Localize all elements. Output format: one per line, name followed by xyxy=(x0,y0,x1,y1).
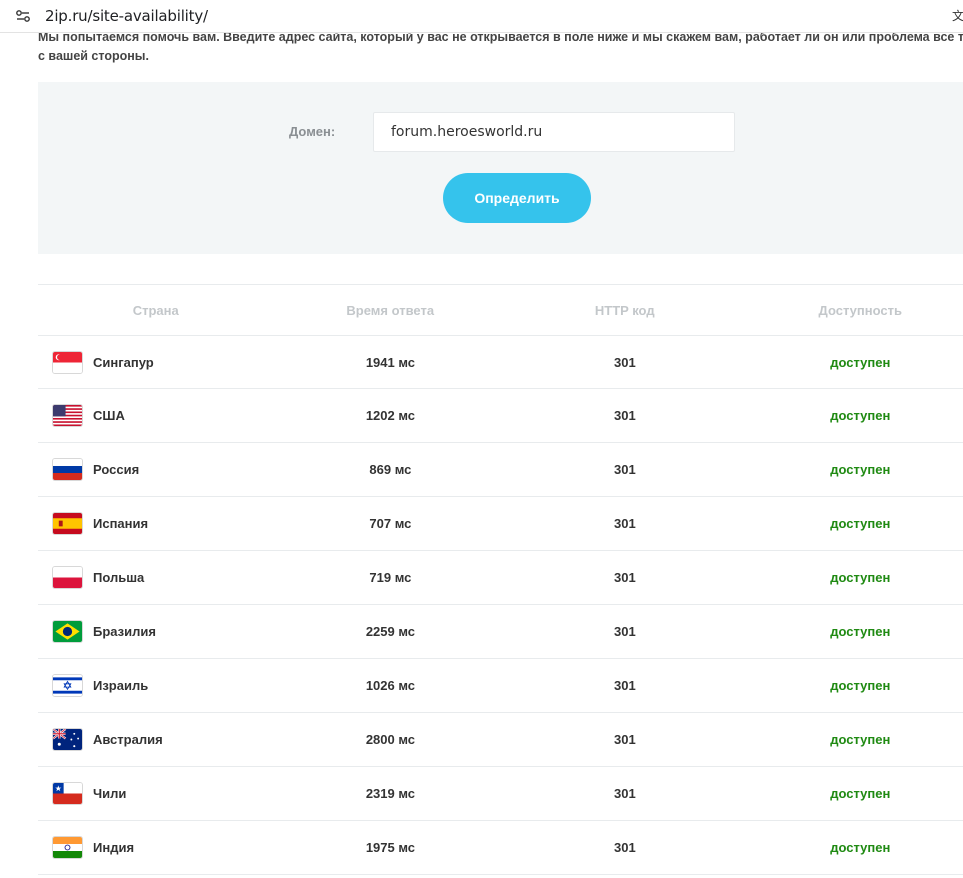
country-name: США xyxy=(93,408,125,423)
table-row: США 1202 мс 301 доступен xyxy=(38,389,963,443)
submit-button[interactable]: Определить xyxy=(443,173,591,223)
availability-status: доступен xyxy=(830,732,891,747)
country-name: Бразилия xyxy=(93,624,156,639)
translate-icon[interactable]: 文 xyxy=(951,7,963,25)
response-time: 2800 мс xyxy=(365,732,416,747)
sg-flag-icon xyxy=(52,350,83,374)
address-bar[interactable]: 2ip.ru/site-availability/ 文 xyxy=(0,0,963,33)
intro-line-2: с вашей стороны. xyxy=(38,49,149,63)
availability-status: доступен xyxy=(830,678,891,693)
country-name: Израиль xyxy=(93,678,149,693)
in-flag-icon xyxy=(52,836,83,859)
table-row: Испания 707 мс 301 доступен xyxy=(38,497,963,551)
country-name: Испания xyxy=(93,516,149,531)
country-cell: Австралия xyxy=(38,728,274,751)
country-name: Сингапур xyxy=(93,354,154,370)
response-time: 2319 мс xyxy=(365,786,416,801)
country-cell: Испания xyxy=(38,512,274,535)
country-name: Чили xyxy=(93,786,127,801)
table-header: Страна Время ответа HTTP код Доступность xyxy=(38,285,963,335)
response-time: 2259 мс xyxy=(365,624,416,639)
response-time: 719 мс xyxy=(369,570,412,585)
http-code: 301 xyxy=(614,732,636,747)
url-text[interactable]: 2ip.ru/site-availability/ xyxy=(45,7,208,25)
http-code: 301 xyxy=(614,840,636,855)
table-row: Польша 719 мс 301 доступен xyxy=(38,551,963,605)
country-cell: Россия xyxy=(38,458,274,481)
country-cell: Сингапур xyxy=(38,350,274,374)
availability-status: доступен xyxy=(830,570,891,585)
country-name: Россия xyxy=(93,462,140,477)
table-row: Бразилия 2259 мс 301 доступен xyxy=(38,605,963,659)
pl-flag-icon xyxy=(52,566,83,589)
country-name: Австралия xyxy=(93,732,163,747)
country-cell: США xyxy=(38,404,274,427)
response-time: 1941 мс xyxy=(365,354,416,370)
country-cell: Израиль xyxy=(38,674,274,697)
site-settings-icon[interactable] xyxy=(14,7,32,25)
domain-input[interactable] xyxy=(373,112,735,152)
availability-status: доступен xyxy=(830,624,891,639)
availability-status: доступен xyxy=(830,516,891,531)
http-code: 301 xyxy=(614,786,636,801)
country-cell: Чили xyxy=(38,782,274,805)
domain-form-panel: Домен: Определить xyxy=(38,82,963,254)
response-time: 707 мс xyxy=(369,516,412,531)
http-code: 301 xyxy=(614,624,636,639)
table-row: Австралия 2800 мс 301 доступен xyxy=(38,713,963,767)
availability-status: доступен xyxy=(830,786,891,801)
us-flag-icon xyxy=(52,404,83,427)
country-name: Индия xyxy=(93,840,135,855)
table-row: Россия 869 мс 301 доступен xyxy=(38,443,963,497)
svg-text:文: 文 xyxy=(952,8,963,23)
cl-flag-icon xyxy=(52,782,83,805)
table-row: Израиль 1026 мс 301 доступен xyxy=(38,659,963,713)
http-code: 301 xyxy=(614,570,636,585)
il-flag-icon xyxy=(52,674,83,697)
table-row: Сингапур 1941 мс 301 доступен xyxy=(38,335,963,389)
header-time: Время ответа xyxy=(346,302,435,318)
response-time: 1202 мс xyxy=(365,408,416,423)
http-code: 301 xyxy=(614,678,636,693)
ru-flag-icon xyxy=(52,458,83,481)
availability-status: доступен xyxy=(830,408,891,423)
table-row: Чили 2319 мс 301 доступен xyxy=(38,767,963,821)
response-time: 1975 мс xyxy=(365,840,416,855)
es-flag-icon xyxy=(52,512,83,535)
domain-label: Домен: xyxy=(289,124,336,139)
response-time: 869 мс xyxy=(369,462,412,477)
table-row: Индия 1975 мс 301 доступен xyxy=(38,821,963,875)
http-code: 301 xyxy=(614,408,636,423)
results-table: Страна Время ответа HTTP код Доступность… xyxy=(38,284,963,875)
intro-text: Мы попытаемся помочь вам. Введите адрес … xyxy=(38,28,963,66)
country-name: Польша xyxy=(93,570,145,585)
au-flag-icon xyxy=(52,728,83,751)
http-code: 301 xyxy=(614,516,636,531)
availability-status: доступен xyxy=(830,354,891,370)
http-code: 301 xyxy=(614,354,636,370)
availability-status: доступен xyxy=(830,840,891,855)
header-code: HTTP код xyxy=(594,302,655,318)
country-cell: Индия xyxy=(38,836,274,859)
country-cell: Бразилия xyxy=(38,620,274,643)
http-code: 301 xyxy=(614,462,636,477)
header-availability: Доступность xyxy=(818,302,902,318)
response-time: 1026 мс xyxy=(365,678,416,693)
br-flag-icon xyxy=(52,620,83,643)
header-country: Страна xyxy=(132,302,179,318)
availability-status: доступен xyxy=(830,462,891,477)
country-cell: Польша xyxy=(38,566,274,589)
